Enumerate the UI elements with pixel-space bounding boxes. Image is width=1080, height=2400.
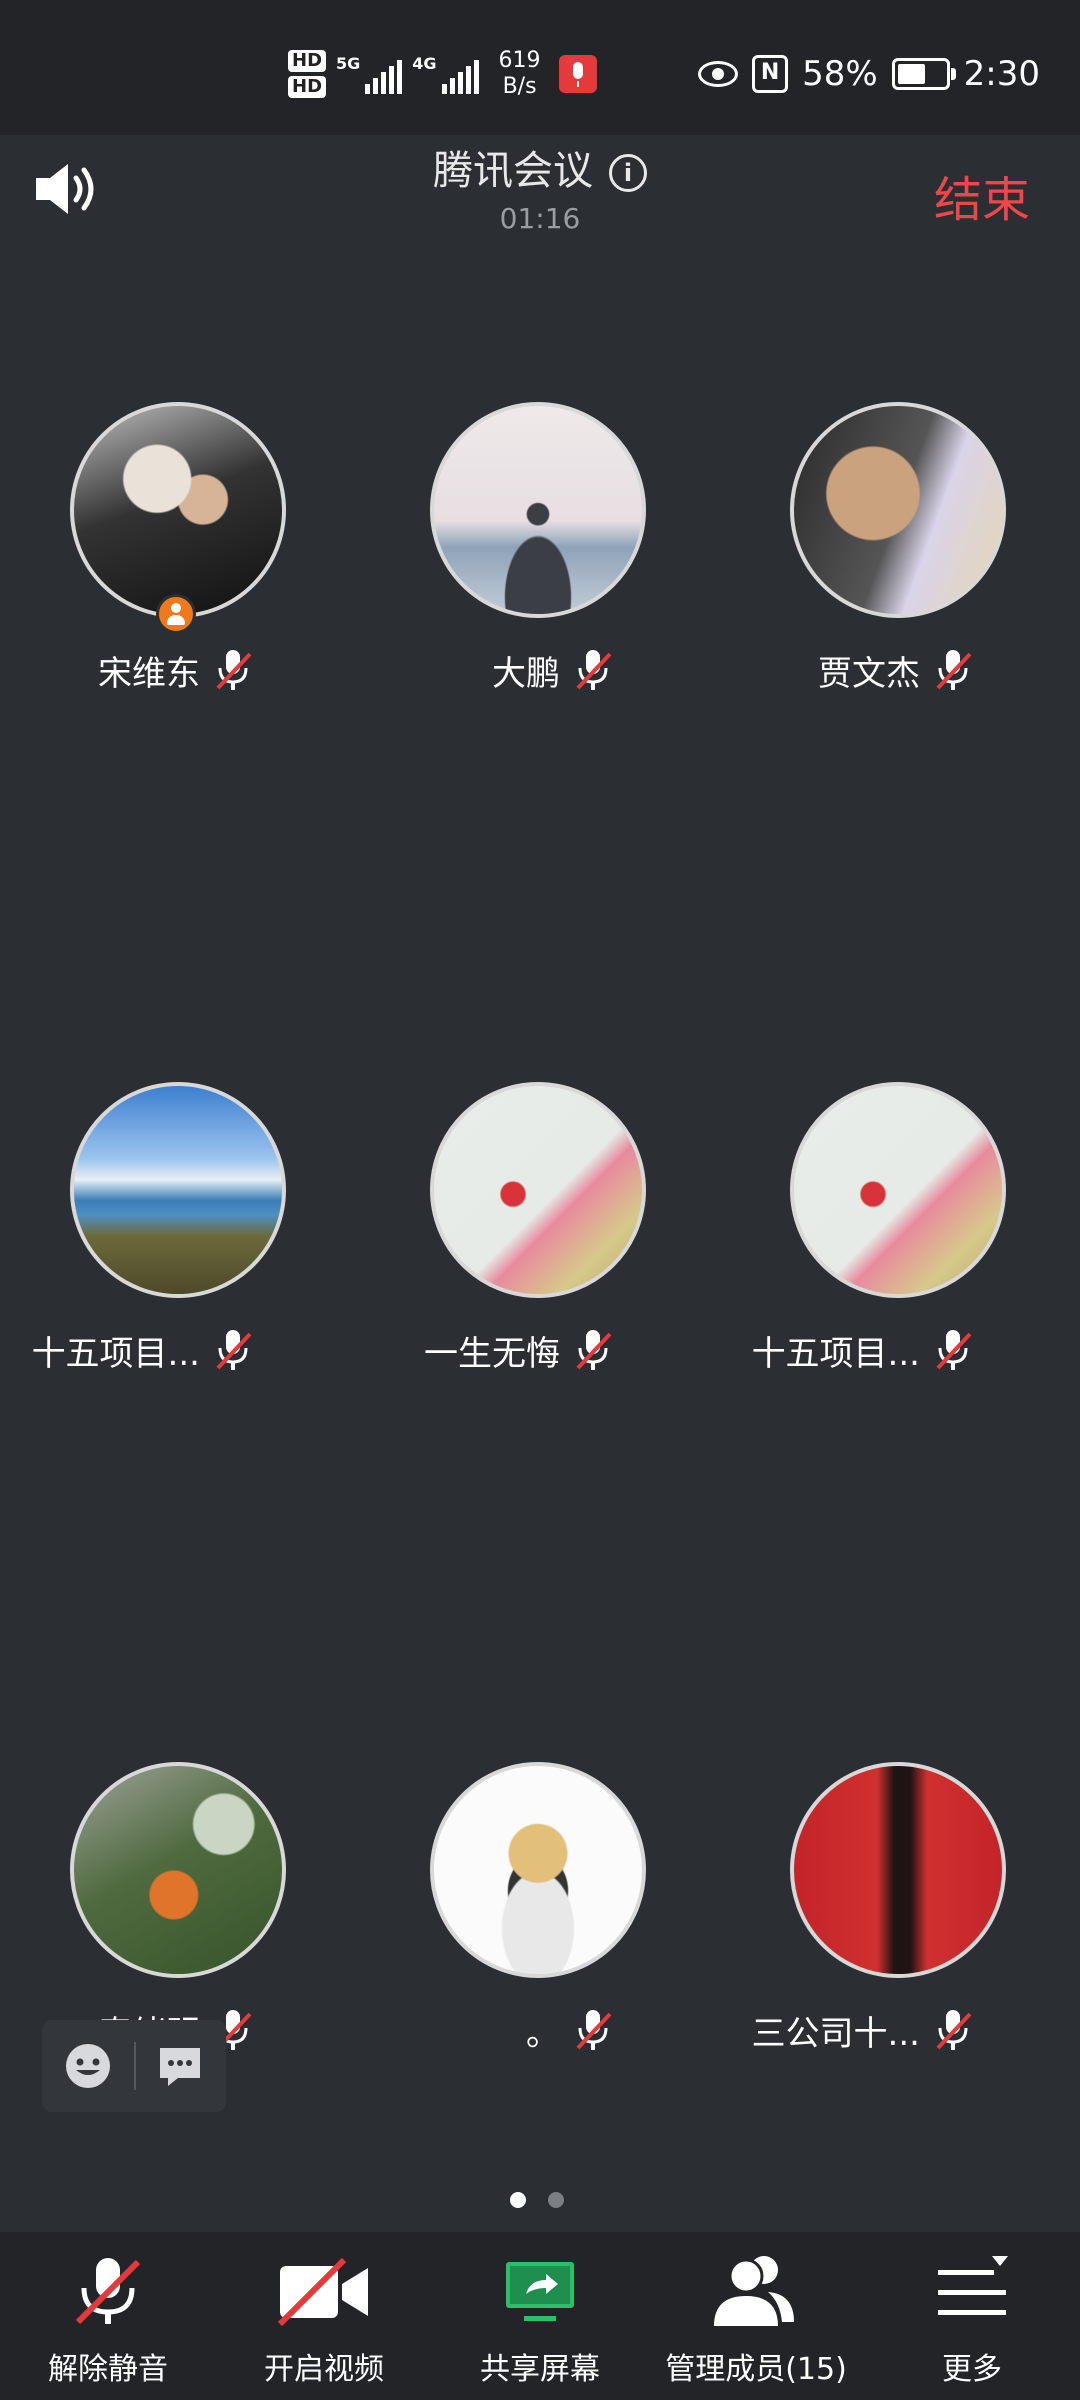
page-dot-2[interactable] [548, 2192, 564, 2208]
more-button[interactable]: 更多 [864, 2232, 1080, 2400]
participant-name-row: 贾文杰 [720, 646, 1080, 696]
signal-5g-icon: 5G [336, 54, 403, 94]
participant-tile[interactable]: 。 [360, 1762, 720, 2082]
participant-name: 十五项目... [31, 1334, 200, 1374]
participant-tile[interactable]: 十五项目... [0, 1082, 360, 1402]
manage-members-label: 管理成员(15) [665, 2352, 847, 2387]
manage-members-button[interactable]: 管理成员(15) [648, 2232, 864, 2400]
meeting-title: 腾讯会议 i [0, 138, 1080, 196]
participant-name-row: 宋维东 [0, 646, 360, 696]
emoji-icon[interactable] [62, 2040, 114, 2092]
mic-muted-icon [576, 1330, 612, 1370]
chat-icon[interactable] [154, 2040, 206, 2092]
more-menu-icon [938, 2256, 1008, 2315]
participant-name-row: 十五项目... [720, 1326, 1080, 1376]
participant-name-row: 大鹏 [360, 646, 720, 696]
host-badge-icon [156, 594, 196, 634]
meeting-title-text: 腾讯会议 [433, 148, 593, 194]
hd2-badge: HD [288, 76, 327, 98]
meeting-timer: 01:16 [499, 202, 581, 235]
battery-icon [891, 58, 956, 90]
info-icon[interactable]: i [609, 154, 647, 192]
page-dot-1[interactable] [510, 2192, 526, 2208]
participant-avatar [790, 1762, 1006, 1978]
clock: 2:30 [963, 54, 1040, 94]
participant-name: 十五项目... [751, 1334, 920, 1374]
status-bar: HD HD 5G 4G 619 B/s N 58% 2:30 [0, 0, 1080, 135]
share-screen-icon [506, 2262, 574, 2321]
mic-muted-icon [75, 2258, 141, 2325]
mic-muted-icon [216, 650, 252, 690]
unmute-label: 解除静音 [48, 2352, 168, 2387]
start-video-label: 开启视频 [264, 2352, 384, 2387]
status-right: N 58% 2:30 [698, 54, 1040, 94]
mic-muted-icon [216, 1330, 252, 1370]
participant-tile[interactable]: 大鹏 [360, 402, 720, 722]
participant-avatar [70, 1762, 286, 1978]
share-screen-label: 共享屏幕 [480, 2352, 600, 2387]
eye-icon [698, 61, 739, 87]
participant-name: 一生无悔 [424, 1334, 560, 1374]
start-video-button[interactable]: 开启视频 [216, 2232, 432, 2400]
participant-tile[interactable]: 一生无悔 [360, 1082, 720, 1402]
participant-tile[interactable]: 三公司十... [720, 1762, 1080, 2082]
page-indicator [510, 2192, 564, 2208]
participant-name: 宋维东 [98, 654, 200, 694]
mic-muted-icon [936, 2010, 972, 2050]
participant-tile[interactable]: 宋维东 [0, 402, 360, 722]
mic-muted-icon [576, 650, 612, 690]
status-left: HD HD 5G 4G 619 B/s [288, 48, 597, 100]
divider [134, 2042, 136, 2090]
participant-avatar [70, 402, 286, 618]
net-speed-unit: B/s [502, 74, 537, 99]
nfc-icon: N [752, 55, 789, 93]
participant-avatar [70, 1082, 286, 1298]
participant-tile[interactable]: 十五项目... [720, 1082, 1080, 1402]
participant-name-row: 三公司十... [720, 2006, 1080, 2056]
participant-name: 贾文杰 [818, 654, 920, 694]
more-label: 更多 [942, 2352, 1002, 2387]
net-speed: 619 B/s [499, 48, 541, 100]
end-meeting-button[interactable]: 结束 [934, 160, 1030, 230]
mic-muted-icon [576, 2010, 612, 2050]
participant-avatar [430, 1082, 646, 1298]
participant-name: 三公司十... [751, 2014, 920, 2054]
net-speed-value: 619 [498, 48, 541, 73]
bottom-toolbar: 解除静音 开启视频 共享屏幕 管理成员(15) 更多 [0, 2232, 1080, 2400]
participant-name: 大鹏 [492, 654, 560, 694]
hd-indicators: HD HD [288, 50, 327, 98]
participant-tile[interactable]: 贾文杰 [720, 402, 1080, 722]
mic-recording-icon [558, 55, 597, 93]
reaction-panel [42, 2020, 226, 2112]
participant-avatar [430, 1762, 646, 1978]
participant-avatar [430, 402, 646, 618]
participant-name-row: 。 [360, 2006, 720, 2056]
unmute-button[interactable]: 解除静音 [0, 2232, 216, 2400]
mic-muted-icon [936, 1330, 972, 1370]
participant-avatar [790, 1082, 1006, 1298]
participant-name-row: 十五项目... [0, 1326, 360, 1376]
members-icon [714, 2256, 794, 2326]
battery-percent: 58% [802, 54, 878, 94]
participant-name-row: 一生无悔 [360, 1326, 720, 1376]
participant-avatar [790, 402, 1006, 618]
share-screen-button[interactable]: 共享屏幕 [432, 2232, 648, 2400]
hd1-badge: HD [288, 50, 327, 72]
signal-4g-icon: 4G [412, 54, 479, 94]
mic-muted-icon [936, 650, 972, 690]
video-off-icon [277, 2257, 368, 2327]
participant-name: 。 [526, 2014, 560, 2054]
